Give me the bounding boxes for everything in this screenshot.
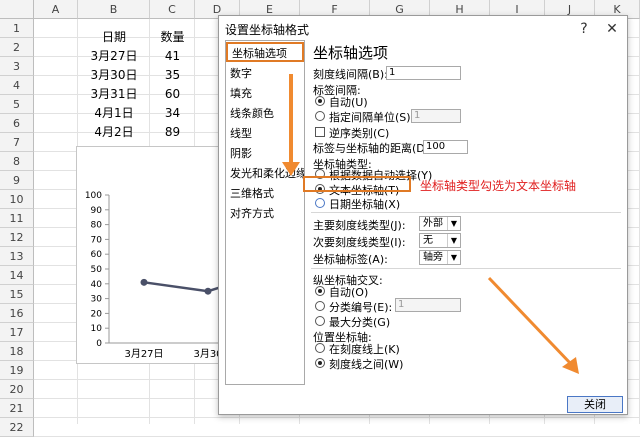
cell-quantity[interactable]: 60 <box>150 85 195 104</box>
y-tick-label: 20 <box>91 309 103 319</box>
row-header[interactable]: 18 <box>0 342 34 361</box>
cell-quantity[interactable]: 41 <box>150 47 195 66</box>
column-header[interactable]: B <box>78 0 150 19</box>
cell-date[interactable]: 3月27日 <box>78 47 150 66</box>
cell-quantity[interactable]: 89 <box>150 123 195 142</box>
cell-quantity[interactable]: 34 <box>150 104 195 123</box>
row-header[interactable]: 5 <box>0 95 34 114</box>
row-header[interactable]: 14 <box>0 266 34 285</box>
data-point[interactable] <box>204 287 212 295</box>
row-header[interactable]: 9 <box>0 171 34 190</box>
row-header[interactable]: 15 <box>0 285 34 304</box>
column-header[interactable]: A <box>34 0 78 19</box>
row-header[interactable]: 17 <box>0 323 34 342</box>
row-header[interactable]: 4 <box>0 76 34 95</box>
row-header[interactable]: 20 <box>0 380 34 399</box>
format-axis-dialog: 设置坐标轴格式 ? ✕ 坐标轴选项 数字 填充 线条颜色 线型 阴影 发光和柔化… <box>218 15 628 415</box>
row-header[interactable]: 6 <box>0 114 34 133</box>
row-header[interactable]: 7 <box>0 133 34 152</box>
y-tick-label: 0 <box>96 339 102 349</box>
cell-date[interactable]: 4月2日 <box>78 123 150 142</box>
row-header[interactable]: 10 <box>0 190 34 209</box>
row-header[interactable]: 2 <box>0 38 34 57</box>
row-header[interactable]: 16 <box>0 304 34 323</box>
series-line[interactable] <box>143 281 228 293</box>
data-point[interactable] <box>140 278 148 286</box>
y-tick-label: 30 <box>91 295 103 305</box>
cell-quantity[interactable]: 35 <box>150 66 195 85</box>
header-date[interactable]: 日期 <box>78 28 150 47</box>
annotation-arrow-head <box>562 357 579 374</box>
y-tick-label: 90 <box>91 206 103 216</box>
annotation-arrow <box>487 276 573 366</box>
y-tick-label: 10 <box>91 324 103 334</box>
y-tick-label: 40 <box>91 280 103 290</box>
row-header[interactable]: 1 <box>0 19 34 38</box>
select-all-corner[interactable] <box>0 0 34 19</box>
row-header[interactable]: 11 <box>0 209 34 228</box>
x-tick-label: 3月27日 <box>124 348 163 360</box>
row-header[interactable]: 12 <box>0 228 34 247</box>
cell-date[interactable]: 3月31日 <box>78 85 150 104</box>
column-header[interactable]: C <box>150 0 195 19</box>
y-tick-label: 70 <box>91 235 103 245</box>
row-header[interactable]: 21 <box>0 399 34 418</box>
row-header[interactable]: 22 <box>0 418 34 437</box>
y-tick-label: 50 <box>91 265 103 275</box>
cell-date[interactable]: 3月30日 <box>78 66 150 85</box>
cell-date[interactable]: 4月1日 <box>78 104 150 123</box>
y-tick-label: 60 <box>91 250 103 260</box>
y-tick-label: 100 <box>85 191 102 201</box>
row-header[interactable]: 3 <box>0 57 34 76</box>
annotation-arrow-head <box>282 162 300 176</box>
chart-plot: 10090807060504030201003月27日 3月30 <box>85 191 228 360</box>
annotation-arrows <box>282 74 579 374</box>
row-header[interactable]: 13 <box>0 247 34 266</box>
grid-line <box>34 417 640 418</box>
row-header[interactable]: 19 <box>0 361 34 380</box>
header-quantity[interactable]: 数量 <box>150 28 195 47</box>
line-chart[interactable]: 100 90 80 70 60 50 40 30 20 10 0 3月27日 3月30 <box>76 146 228 364</box>
y-tick-label: 80 <box>91 221 103 231</box>
row-header[interactable]: 8 <box>0 152 34 171</box>
